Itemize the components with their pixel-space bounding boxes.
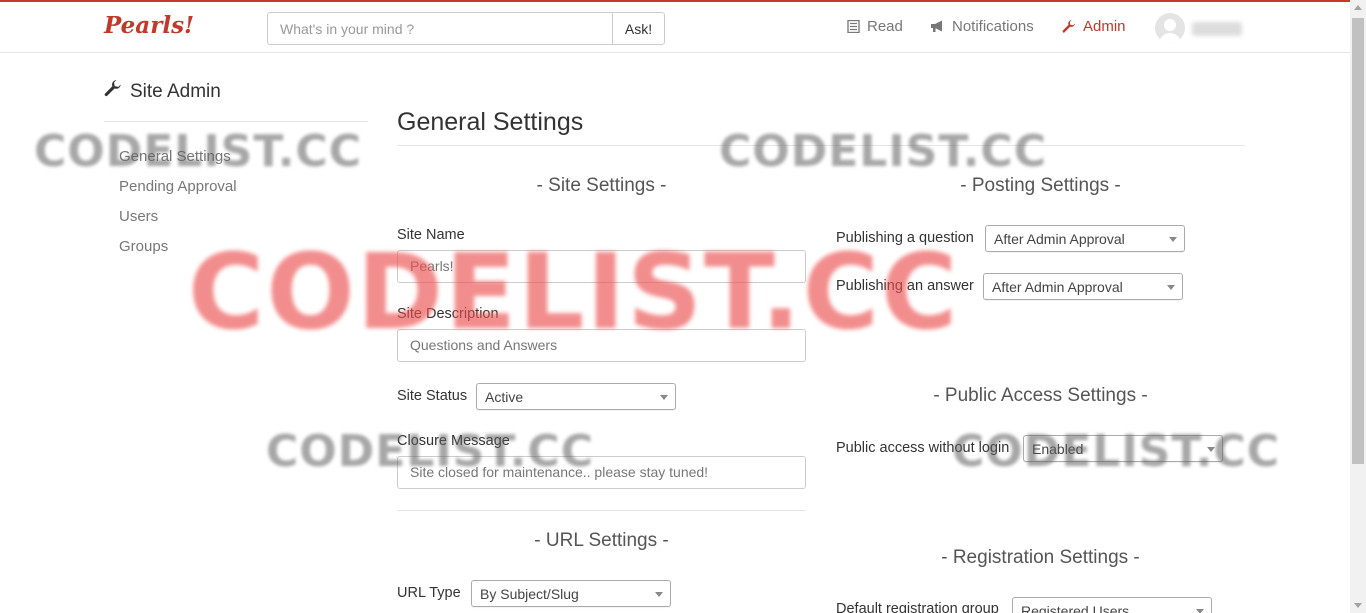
nav-admin-link[interactable]: Admin xyxy=(1062,18,1126,35)
url-type-select[interactable]: By Subject/Slug xyxy=(471,580,671,607)
scroll-up-icon[interactable] xyxy=(1354,5,1362,10)
default-group-label: Default registration group xyxy=(836,601,999,613)
sidebar-item-groups[interactable]: Groups xyxy=(119,238,237,268)
nav-notifications-link[interactable]: Notifications xyxy=(930,18,1034,35)
public-access-heading: - Public Access Settings - xyxy=(933,385,1148,406)
site-name-field[interactable]: Pearls! xyxy=(397,250,806,283)
posting-settings-heading: - Posting Settings - xyxy=(960,175,1121,196)
page-title-divider xyxy=(397,145,1245,146)
nav-admin-label: Admin xyxy=(1083,18,1126,35)
sidebar-title: Site Admin xyxy=(104,80,221,104)
sidebar-item-users[interactable]: Users xyxy=(119,208,237,238)
publishing-answer-label: Publishing an answer xyxy=(836,278,974,294)
navbar: Pearls! Ask! Read Notifications Admin xyxy=(0,2,1350,53)
publishing-question-label: Publishing a question xyxy=(836,230,974,246)
watermark-text: CODELIST.CC xyxy=(719,126,1048,177)
book-icon xyxy=(847,20,860,33)
chevron-down-icon xyxy=(1167,285,1175,290)
wrench-icon xyxy=(104,80,122,104)
site-status-select[interactable]: Active xyxy=(476,383,676,410)
vertical-scrollbar[interactable] xyxy=(1350,0,1366,613)
username-blurred[interactable] xyxy=(1192,22,1242,36)
public-access-select[interactable]: Enabled xyxy=(1023,435,1223,462)
sidebar-item-pending-approval[interactable]: Pending Approval xyxy=(119,178,237,208)
sidebar-title-label: Site Admin xyxy=(130,81,221,102)
sidebar-divider xyxy=(104,121,368,122)
url-type-label: URL Type xyxy=(397,585,461,601)
search-bar: Ask! xyxy=(267,12,665,45)
search-input[interactable] xyxy=(268,13,612,44)
user-avatar[interactable] xyxy=(1155,13,1185,43)
chevron-down-icon xyxy=(660,395,668,400)
default-group-select[interactable]: Registered Users xyxy=(1012,597,1212,613)
chevron-down-icon xyxy=(1207,447,1215,452)
site-settings-heading: - Site Settings - xyxy=(536,175,667,196)
nav-read-link[interactable]: Read xyxy=(847,18,903,35)
default-group-value: Registered Users xyxy=(1021,603,1130,613)
chevron-down-icon xyxy=(1169,237,1177,242)
section-divider xyxy=(397,510,806,511)
publishing-answer-value: After Admin Approval xyxy=(992,279,1123,295)
avatar-head-shape xyxy=(1164,19,1176,31)
bullhorn-icon xyxy=(930,20,945,33)
chevron-down-icon xyxy=(1196,609,1204,613)
closure-message-field[interactable]: Site closed for maintenance.. please sta… xyxy=(397,456,806,489)
site-name-label: Site Name xyxy=(397,227,465,243)
sidebar-menu: General Settings Pending Approval Users … xyxy=(119,148,237,268)
publishing-answer-select[interactable]: After Admin Approval xyxy=(983,273,1183,300)
publishing-question-select[interactable]: After Admin Approval xyxy=(985,225,1185,252)
wrench-icon xyxy=(1062,19,1076,34)
registration-settings-heading: - Registration Settings - xyxy=(941,547,1140,568)
site-status-value: Active xyxy=(485,389,524,405)
closure-message-label: Closure Message xyxy=(397,433,510,449)
scrollbar-thumb[interactable] xyxy=(1352,18,1364,464)
publishing-question-value: After Admin Approval xyxy=(994,231,1125,247)
site-status-label: Site Status xyxy=(397,388,468,404)
url-settings-heading: - URL Settings - xyxy=(534,530,669,551)
site-description-label: Site Description xyxy=(397,306,499,322)
ask-button[interactable]: Ask! xyxy=(612,13,664,44)
avatar-body-shape xyxy=(1159,33,1181,43)
nav-read-label: Read xyxy=(867,18,903,35)
sidebar-item-general-settings[interactable]: General Settings xyxy=(119,148,237,178)
nav-notifications-label: Notifications xyxy=(952,18,1034,35)
site-description-field[interactable]: Questions and Answers xyxy=(397,329,806,362)
chevron-down-icon xyxy=(655,592,663,597)
scroll-down-icon[interactable] xyxy=(1354,603,1362,608)
page-title: General Settings xyxy=(397,108,584,136)
public-access-value: Enabled xyxy=(1032,441,1084,457)
url-type-value: By Subject/Slug xyxy=(480,586,579,602)
public-access-label: Public access without login xyxy=(836,440,1010,456)
brand-logo[interactable]: Pearls! xyxy=(104,12,194,39)
